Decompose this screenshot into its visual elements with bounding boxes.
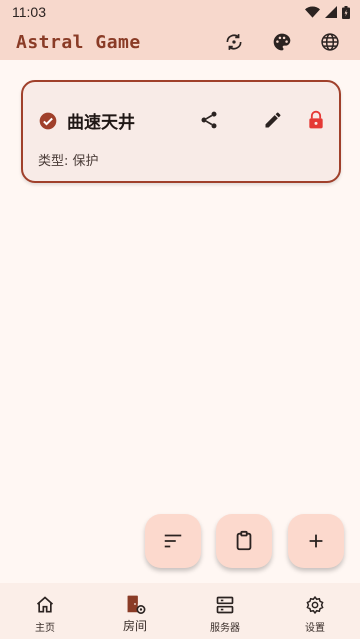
theme-button[interactable] (258, 24, 306, 60)
nav-label-servers: 服务器 (210, 623, 240, 634)
nav-item-home[interactable]: 主页 (0, 583, 90, 639)
language-button[interactable] (306, 24, 354, 60)
nav-label-settings: 设置 (305, 623, 325, 634)
nav-item-settings[interactable]: 设置 (270, 583, 360, 639)
clipboard-icon (236, 530, 252, 551)
room-icon (127, 595, 146, 614)
share-icon (201, 111, 217, 129)
wifi-icon (305, 6, 320, 18)
plus-icon (309, 534, 323, 548)
app-bar-actions (210, 24, 354, 60)
battery-icon (342, 5, 350, 19)
nav-item-servers[interactable]: 服务器 (180, 583, 270, 639)
paste-button[interactable] (216, 514, 272, 568)
app-title: Astral Game (16, 31, 141, 53)
lock-icon (309, 110, 323, 129)
status-icons (305, 5, 350, 19)
room-card[interactable]: 曲速天井 类型: 保护 (21, 80, 341, 183)
nav-label-home: 主页 (35, 623, 55, 634)
room-name: 曲速天井 (67, 113, 135, 133)
globe-icon (321, 33, 339, 51)
edit-button[interactable] (263, 110, 283, 134)
lock-button[interactable] (306, 110, 326, 134)
nav-item-rooms[interactable]: 房间 (90, 583, 180, 639)
check-circle-icon (39, 112, 57, 130)
bottom-navigation: 主页 房间 服务器 设置 (0, 583, 360, 639)
app-bar: Astral Game (0, 24, 360, 60)
server-icon (216, 596, 234, 614)
palette-icon (273, 33, 291, 51)
sort-button[interactable] (145, 514, 201, 568)
share-button[interactable] (199, 110, 219, 134)
sync-icon (226, 34, 242, 50)
settings-icon (306, 595, 324, 615)
pencil-icon (265, 112, 281, 128)
room-type: 类型: 保护 (38, 154, 99, 169)
sync-button[interactable] (210, 24, 258, 60)
status-time: 11:03 (12, 4, 46, 20)
nav-label-rooms: 房间 (122, 619, 147, 633)
home-icon (36, 596, 54, 613)
add-room-button[interactable] (288, 514, 344, 568)
sort-icon (164, 534, 182, 548)
signal-icon (325, 6, 337, 18)
status-bar: 11:03 (0, 0, 360, 24)
